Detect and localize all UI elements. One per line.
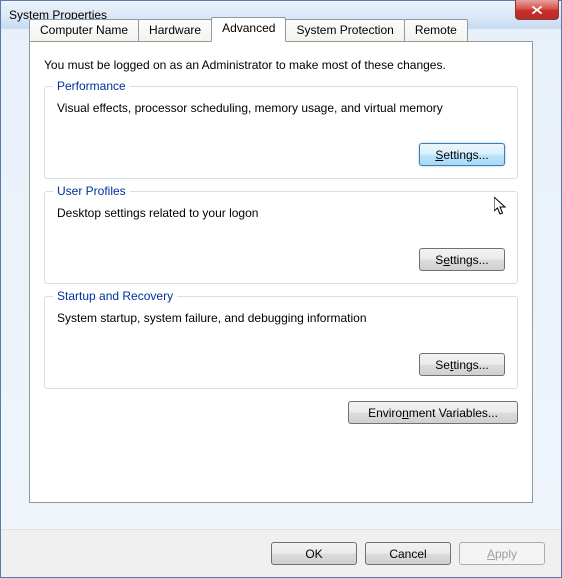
system-properties-window: System Properties Computer Name Hardware… [0,0,562,578]
performance-settings-button[interactable]: Settings... [419,143,505,166]
tab-advanced[interactable]: Advanced [211,17,286,42]
tab-control: Computer Name Hardware Advanced System P… [21,41,541,511]
close-icon [531,5,543,15]
tabs-row: Computer Name Hardware Advanced System P… [29,19,467,41]
startup-recovery-legend: Startup and Recovery [53,289,177,303]
user-profiles-desc: Desktop settings related to your logon [57,206,505,220]
startup-recovery-desc: System startup, system failure, and debu… [57,311,505,325]
user-profiles-legend: User Profiles [53,184,130,198]
performance-legend: Performance [53,79,130,93]
ok-button[interactable]: OK [271,542,357,565]
tab-computer-name[interactable]: Computer Name [29,19,139,41]
tab-panel-advanced: You must be logged on as an Administrato… [29,41,533,503]
tab-remote[interactable]: Remote [404,19,468,41]
performance-desc: Visual effects, processor scheduling, me… [57,101,505,115]
user-profiles-settings-button[interactable]: Settings... [419,248,505,271]
startup-recovery-settings-button[interactable]: Settings... [419,353,505,376]
apply-button[interactable]: Apply [459,542,545,565]
tab-system-protection[interactable]: System Protection [285,19,404,41]
cancel-button[interactable]: Cancel [365,542,451,565]
tab-hardware[interactable]: Hardware [138,19,212,41]
environment-variables-button[interactable]: Environment Variables... [348,401,518,424]
performance-group: Performance Visual effects, processor sc… [44,86,518,179]
dialog-button-bar: OK Cancel Apply [1,529,561,577]
admin-info-text: You must be logged on as an Administrato… [44,58,518,72]
startup-recovery-group: Startup and Recovery System startup, sys… [44,296,518,389]
user-profiles-group: User Profiles Desktop settings related t… [44,191,518,284]
close-button[interactable] [515,0,559,20]
